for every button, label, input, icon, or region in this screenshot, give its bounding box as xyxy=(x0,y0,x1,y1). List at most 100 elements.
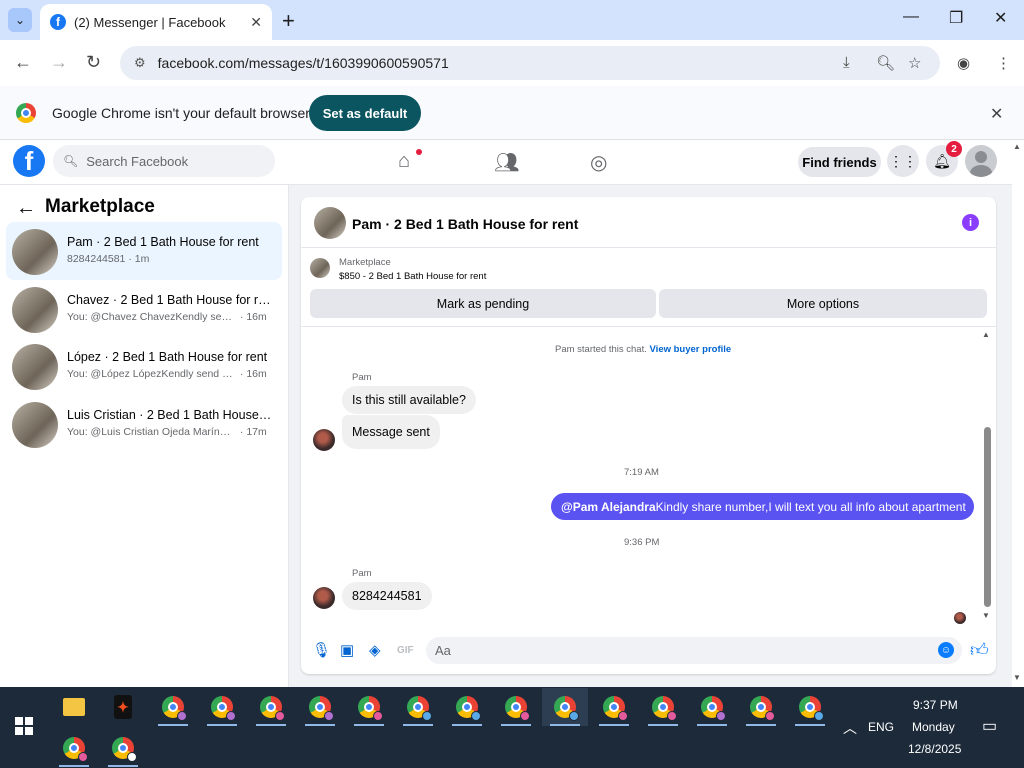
home-icon[interactable]: ⌂ xyxy=(398,150,410,173)
marketplace-title: Marketplace xyxy=(45,196,155,217)
install-app-icon[interactable]: ⤓ xyxy=(843,54,850,71)
address-bar[interactable]: ⚙ facebook.com/messages/t/16039906005905… xyxy=(120,46,940,80)
message-timestamp: 9:36 PM xyxy=(624,537,660,548)
account-avatar[interactable] xyxy=(965,145,997,177)
chrome-taskbar-icon[interactable] xyxy=(395,688,441,726)
file-explorer-icon[interactable] xyxy=(51,688,97,726)
divider xyxy=(301,326,996,327)
back-arrow-icon[interactable]: ← xyxy=(16,197,36,220)
menu-grid-icon[interactable]: ⋮⋮ xyxy=(887,145,919,177)
set-as-default-button[interactable]: Set as default xyxy=(309,95,421,131)
info-icon[interactable]: i xyxy=(962,214,979,231)
clock-time[interactable]: 9:37 PM xyxy=(913,698,958,712)
sender-name: Pam xyxy=(352,372,372,383)
chrome-taskbar-icon[interactable] xyxy=(297,688,343,726)
view-buyer-profile-link[interactable]: View buyer profile xyxy=(650,344,732,355)
profile-icon[interactable]: ◉ xyxy=(957,54,970,72)
photo-icon[interactable]: ▣ xyxy=(340,641,354,659)
chrome-taskbar-icon[interactable] xyxy=(591,688,637,726)
message-timestamp: 7:19 AM xyxy=(624,467,659,478)
find-friends-button[interactable]: Find friends xyxy=(798,147,881,177)
message-bubble-incoming[interactable]: Is this still available? xyxy=(342,386,476,414)
page-scroll-down-icon[interactable]: ▼ xyxy=(1013,673,1021,682)
chrome-taskbar-icon[interactable] xyxy=(444,688,490,726)
search-placeholder: Search Facebook xyxy=(86,153,189,169)
chrome-taskbar-icon[interactable] xyxy=(346,688,392,726)
chrome-taskbar-icon[interactable] xyxy=(640,688,686,726)
browser-tab[interactable]: f (2) Messenger | Facebook ✕ xyxy=(40,4,272,40)
maximize-button[interactable]: ❐ xyxy=(949,8,963,28)
listing-thumbnail xyxy=(12,287,58,333)
tab-search-button[interactable]: ⌄ xyxy=(8,8,32,32)
conversation-item[interactable]: López · 2 Bed 1 Bath House for rent You:… xyxy=(6,337,282,395)
chat-started-notice: Pam started this chat. View buyer profil… xyxy=(555,344,732,355)
emoji-icon[interactable]: ☺ xyxy=(938,642,954,658)
minimize-button[interactable]: — xyxy=(903,8,919,26)
close-infobar-icon[interactable]: ✕ xyxy=(990,104,1003,124)
groups-icon[interactable]: ◎ xyxy=(590,150,607,175)
mention[interactable]: @Pam Alejandra xyxy=(561,500,656,514)
clock-date[interactable]: 12/8/2025 xyxy=(908,742,961,756)
home-notification-dot xyxy=(416,149,422,155)
facebook-logo-icon[interactable]: f xyxy=(13,145,45,177)
chrome-taskbar-icon[interactable] xyxy=(199,688,245,726)
scroll-down-arrow-icon[interactable]: ▼ xyxy=(982,611,990,620)
mark-as-pending-button[interactable]: Mark as pending xyxy=(310,289,656,318)
conversation-item[interactable]: Chavez · 2 Bed 1 Bath House for rent You… xyxy=(6,280,282,338)
forward-button[interactable]: → xyxy=(50,52,68,73)
url-text: facebook.com/messages/t/1603990600590571 xyxy=(157,55,449,71)
new-tab-button[interactable]: + xyxy=(282,8,295,34)
language-indicator[interactable]: ENG xyxy=(868,720,894,734)
microphone-icon[interactable]: 🎙︎ xyxy=(312,641,331,659)
listing-title[interactable]: $850 - 2 Bed 1 Bath House for rent xyxy=(339,271,486,282)
sender-avatar[interactable] xyxy=(313,587,335,609)
like-thumb-icon[interactable]: 👍︎ xyxy=(970,639,989,661)
sender-avatar[interactable] xyxy=(313,429,335,451)
chrome-taskbar-icon[interactable] xyxy=(493,688,539,726)
facebook-search-input[interactable]: 🔍︎ Search Facebook xyxy=(53,145,275,177)
reload-button[interactable]: ↻ xyxy=(86,52,101,73)
windows-start-icon[interactable] xyxy=(15,717,33,735)
site-settings-icon[interactable]: ⚙ xyxy=(134,55,146,71)
conversation-name: Luis Cristian · 2 Bed 1 Bath House f... xyxy=(67,408,272,422)
listing-thumbnail xyxy=(12,229,58,275)
chrome-taskbar-icon[interactable] xyxy=(100,729,146,767)
chrome-taskbar-icon[interactable] xyxy=(787,688,833,726)
page-scrollbar[interactable] xyxy=(1012,140,1024,687)
chrome-logo-icon xyxy=(16,103,36,123)
chat-scrollbar-thumb[interactable] xyxy=(984,427,991,607)
page-scroll-up-icon[interactable]: ▲ xyxy=(1013,142,1021,151)
chat-avatar[interactable] xyxy=(314,207,346,239)
message-input[interactable]: Aa xyxy=(426,637,962,664)
divider xyxy=(301,247,996,248)
back-button[interactable]: ← xyxy=(14,52,32,73)
zoom-icon[interactable]: 🔍︎ xyxy=(876,54,895,72)
more-options-button[interactable]: More options xyxy=(659,289,987,318)
action-center-icon[interactable]: ▭ xyxy=(982,716,997,736)
conversation-item[interactable]: Luis Cristian · 2 Bed 1 Bath House f... … xyxy=(6,395,282,453)
chat-title[interactable]: Pam · 2 Bed 1 Bath House for rent xyxy=(352,216,578,232)
gif-icon[interactable]: GIF xyxy=(397,645,414,656)
bookmark-star-icon[interactable]: ☆ xyxy=(908,54,921,72)
chrome-taskbar-icon-active[interactable] xyxy=(542,688,588,726)
close-window-button[interactable]: ✕ xyxy=(994,8,1007,28)
message-bubble-incoming[interactable]: Message sent xyxy=(342,415,440,449)
figma-icon[interactable]: ✦ xyxy=(100,688,146,726)
chrome-taskbar-icon[interactable] xyxy=(248,688,294,726)
chrome-taskbar-icon[interactable] xyxy=(689,688,735,726)
chevron-down-icon: ⌄ xyxy=(14,13,26,27)
chrome-taskbar-icon[interactable] xyxy=(150,688,196,726)
chrome-taskbar-icon[interactable] xyxy=(738,688,784,726)
sticker-icon[interactable]: ◈ xyxy=(369,641,381,659)
close-tab-icon[interactable]: ✕ xyxy=(250,14,262,31)
menu-icon[interactable]: ⋮ xyxy=(996,54,1011,72)
conversation-item[interactable]: Pam · 2 Bed 1 Bath House for rent 828424… xyxy=(6,222,282,280)
listing-thumbnail[interactable] xyxy=(310,258,330,278)
chrome-taskbar-icon[interactable] xyxy=(51,729,97,767)
scroll-up-arrow-icon[interactable]: ▲ xyxy=(982,330,990,339)
show-hidden-icons-chevron-icon[interactable]: ︿ xyxy=(843,718,857,738)
friends-icon[interactable]: 👥︎ xyxy=(494,150,519,175)
clock-day[interactable]: Monday xyxy=(912,720,955,734)
message-bubble-outgoing[interactable]: @Pam Alejandra Kindly share number,I will… xyxy=(551,493,974,520)
message-bubble-incoming[interactable]: 8284244581 xyxy=(342,582,432,610)
